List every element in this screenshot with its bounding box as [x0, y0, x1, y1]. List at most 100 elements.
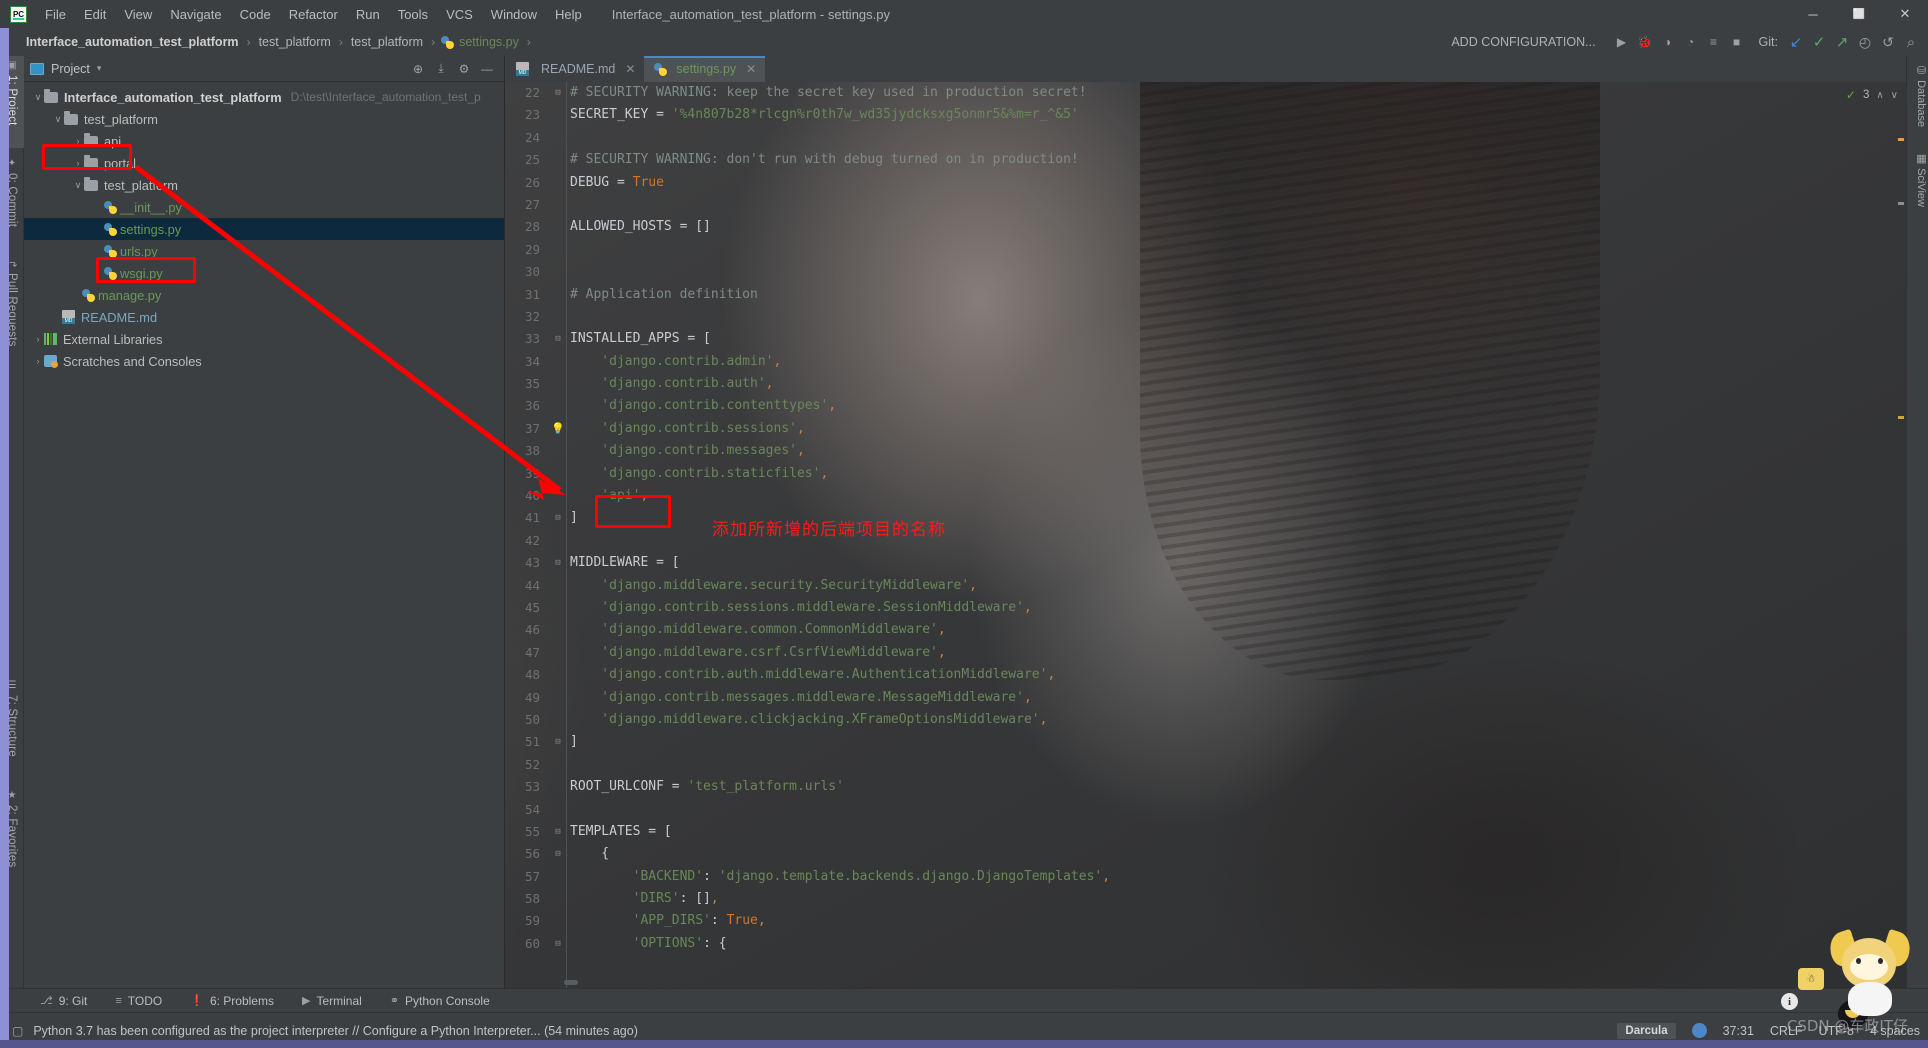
menu-item-tools[interactable]: Tools	[390, 4, 436, 25]
project-tree[interactable]: ∨ Interface_automation_test_platform D:\…	[24, 82, 504, 372]
code-fold-icon[interactable]: ⊟	[550, 507, 566, 529]
code-editor[interactable]: 22 ⊟ # SECURITY WARNING: keep the secret k…	[506, 82, 1906, 992]
rollback-icon[interactable]: ↺	[1877, 31, 1899, 53]
tree-node-external-libraries[interactable]: › External Libraries	[24, 328, 504, 350]
scrollbar-thumb[interactable]	[564, 980, 578, 985]
breadcrumb-item-2[interactable]: test_platform	[349, 35, 425, 49]
tool-window-terminal[interactable]: ▶ Terminal	[288, 989, 376, 1013]
code-fold-icon[interactable]: ⊟	[550, 82, 566, 104]
gear-icon[interactable]: ⚙	[457, 62, 471, 76]
code-line[interactable]: 31 # Application definition	[506, 284, 1906, 306]
menu-item-vcs[interactable]: VCS	[438, 4, 481, 25]
code-line[interactable]: 29	[506, 239, 1906, 261]
chevron-right-icon[interactable]: ›	[32, 356, 44, 366]
code-line[interactable]: 55 ⊟ TEMPLATES = [	[506, 821, 1906, 843]
code-line[interactable]: 40 'api',	[506, 485, 1906, 507]
code-line[interactable]: 60 ⊟ 'OPTIONS': {	[506, 933, 1906, 955]
tree-node-wsgi-py[interactable]: wsgi.py	[24, 262, 504, 284]
code-line[interactable]: 45 'django.contrib.sessions.middleware.S…	[506, 597, 1906, 619]
tree-node-settings-py[interactable]: settings.py	[24, 218, 504, 240]
code-fold-icon[interactable]: ⊟	[550, 843, 566, 865]
code-fold-icon[interactable]: ⊟	[550, 731, 566, 753]
tree-node-test-platform-outer[interactable]: ∨ test_platform	[24, 108, 504, 130]
menu-item-view[interactable]: View	[116, 4, 160, 25]
chevron-right-icon[interactable]: ›	[32, 334, 44, 344]
chevron-down-icon[interactable]: ∨	[32, 92, 44, 103]
maximize-button[interactable]: ⬜	[1836, 0, 1882, 28]
tree-node-urls-py[interactable]: urls.py	[24, 240, 504, 262]
chevron-down-icon[interactable]: ∨	[1891, 90, 1898, 101]
code-line[interactable]: 48 'django.contrib.auth.middleware.Authe…	[506, 664, 1906, 686]
code-line[interactable]: 59 'APP_DIRS': True,	[506, 910, 1906, 932]
editor-horizontal-scrollbar[interactable]	[506, 979, 1906, 986]
git-commit-icon[interactable]: ✓	[1808, 31, 1830, 53]
breadcrumb-item-file[interactable]: settings.py	[457, 35, 521, 49]
tool-window-python-console[interactable]: ⚭ Python Console	[376, 989, 504, 1013]
code-line[interactable]: 42	[506, 530, 1906, 552]
code-line[interactable]: 26 DEBUG = True	[506, 172, 1906, 194]
breadcrumb-item-1[interactable]: test_platform	[257, 35, 333, 49]
code-line[interactable]: 37 💡 'django.contrib.sessions',	[506, 418, 1906, 440]
profile-icon[interactable]: ◔	[1680, 31, 1702, 53]
debug-icon[interactable]: 🐞	[1634, 31, 1656, 53]
tree-node-test-platform-inner[interactable]: ∨ test_platform	[24, 174, 504, 196]
chevron-up-icon[interactable]: ∧	[1876, 90, 1883, 101]
code-line[interactable]: 51 ⊟]	[506, 731, 1906, 753]
info-badge[interactable]: i	[1781, 993, 1798, 1010]
tree-node-readme-md[interactable]: README.md	[24, 306, 504, 328]
menu-item-help[interactable]: Help	[547, 4, 590, 25]
close-icon[interactable]: ✕	[625, 62, 635, 76]
close-icon[interactable]: ✕	[746, 62, 756, 76]
code-line[interactable]: 32	[506, 306, 1906, 328]
tree-node-scratches-consoles[interactable]: › Scratches and Consoles	[24, 350, 504, 372]
code-fold-icon[interactable]: ⊟	[550, 328, 566, 350]
git-update-icon[interactable]: ↙	[1785, 31, 1807, 53]
sidebar-item-sciview[interactable]: ▦ SciView	[1906, 148, 1928, 216]
code-line[interactable]: 58 'DIRS': [],	[506, 888, 1906, 910]
intention-bulb-icon[interactable]: 💡	[550, 418, 566, 440]
status-message[interactable]: Python 3.7 has been configured as the pr…	[33, 1024, 638, 1038]
code-line[interactable]: 28 ALLOWED_HOSTS = []	[506, 216, 1906, 238]
tree-node-portal[interactable]: › portal	[24, 152, 504, 174]
menu-item-file[interactable]: File	[37, 4, 74, 25]
code-line[interactable]: 47 'django.middleware.csrf.CsrfViewMiddl…	[506, 642, 1906, 664]
inspection-widget[interactable]: ✓ 3 ∧ ∨	[1846, 88, 1898, 102]
tab-readme-md[interactable]: README.md ✕	[506, 56, 644, 82]
code-line[interactable]: 25 # SECURITY WARNING: don't run with deb…	[506, 149, 1906, 171]
event-log-icon[interactable]: ▢	[12, 1024, 23, 1038]
code-line[interactable]: 22 ⊟ # SECURITY WARNING: keep the secret k…	[506, 82, 1906, 104]
code-line[interactable]: 27	[506, 194, 1906, 216]
tool-window-todo[interactable]: ≡ TODO	[101, 989, 176, 1013]
editor-error-stripe[interactable]	[1898, 116, 1904, 816]
status-indent[interactable]: 4 spaces	[1870, 1024, 1920, 1038]
code-line[interactable]: 38 'django.contrib.messages',	[506, 440, 1906, 462]
collapse-all-icon[interactable]: ⤓	[434, 61, 448, 76]
tree-node-init-py[interactable]: __init__.py	[24, 196, 504, 218]
code-line[interactable]: 39 'django.contrib.staticfiles',	[506, 463, 1906, 485]
menu-item-navigate[interactable]: Navigate	[162, 4, 229, 25]
close-button[interactable]: ✕	[1882, 0, 1928, 28]
hide-panel-icon[interactable]: —	[480, 62, 494, 76]
add-configuration-button[interactable]: ADD CONFIGURATION...	[1451, 35, 1595, 49]
run-with-coverage-icon[interactable]: ◑	[1657, 31, 1679, 53]
code-line[interactable]: 46 'django.middleware.common.CommonMiddl…	[506, 619, 1906, 641]
tree-node-manage-py[interactable]: manage.py	[24, 284, 504, 306]
code-line[interactable]: 41 ⊟]	[506, 507, 1906, 529]
search-everywhere-icon[interactable]: ⌕	[1900, 31, 1922, 53]
chevron-right-icon[interactable]: ›	[72, 158, 84, 168]
menu-item-refactor[interactable]: Refactor	[281, 4, 346, 25]
git-push-icon[interactable]: ↗	[1831, 31, 1853, 53]
code-line[interactable]: 23 SECRET_KEY = '%4n807b28*rlcgn%r0th7w_w…	[506, 104, 1906, 126]
code-fold-icon[interactable]: ⊟	[550, 821, 566, 843]
code-line[interactable]: 56 ⊟ {	[506, 843, 1906, 865]
code-line[interactable]: 24	[506, 127, 1906, 149]
code-line[interactable]: 30	[506, 261, 1906, 283]
tree-node-api[interactable]: › api	[24, 130, 504, 152]
tool-window-git[interactable]: ⎇ 9: Git	[26, 989, 101, 1013]
code-fold-icon[interactable]: ⊟	[550, 552, 566, 574]
tool-window-problems[interactable]: ❗ 6: Problems	[176, 989, 288, 1013]
menu-item-code[interactable]: Code	[232, 4, 279, 25]
menu-item-edit[interactable]: Edit	[76, 4, 114, 25]
code-line[interactable]: 54	[506, 799, 1906, 821]
locate-file-icon[interactable]: ⊕	[411, 62, 425, 76]
